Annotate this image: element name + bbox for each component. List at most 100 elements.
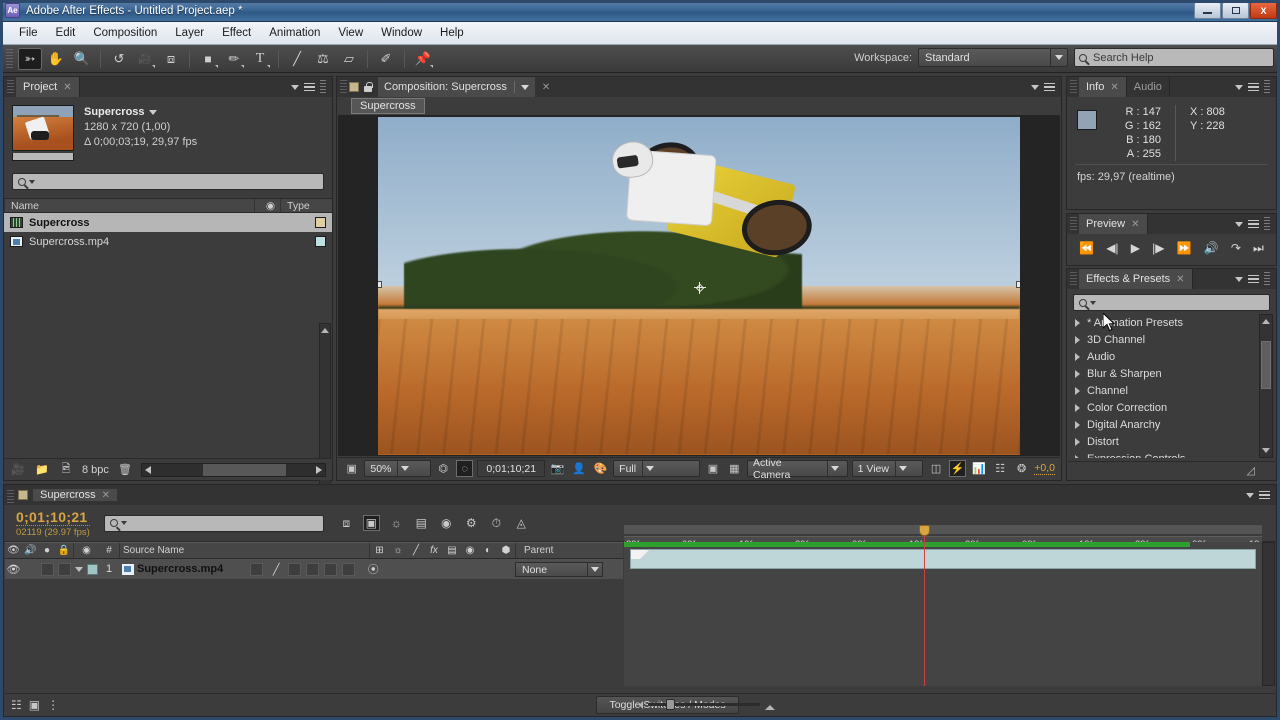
play-button[interactable]: ▶ — [1131, 241, 1140, 255]
effects-search-input[interactable] — [1073, 294, 1270, 311]
effects-vertical-scrollbar[interactable] — [1259, 314, 1273, 458]
lock-icon[interactable] — [363, 81, 373, 93]
roto-brush-tool[interactable]: ✐ — [374, 48, 398, 70]
timeline-icon[interactable]: 📊 — [970, 460, 987, 477]
selection-tool[interactable]: ➳ — [18, 47, 42, 70]
switch-3d-layer-icon[interactable]: ⬢ — [497, 543, 515, 558]
live-update-icon[interactable]: ⧈ — [338, 515, 355, 531]
menu-window[interactable]: Window — [372, 24, 431, 42]
scroll-right-icon[interactable] — [315, 465, 322, 474]
layer-lock-toggle[interactable] — [55, 559, 73, 579]
draft-3d-icon[interactable]: ▣ — [362, 515, 380, 531]
layer-source-name[interactable]: Supercross.mp4 — [137, 563, 223, 575]
column-parent[interactable]: Parent — [515, 543, 605, 558]
close-icon[interactable]: ✕ — [102, 490, 110, 501]
menu-layer[interactable]: Layer — [166, 24, 213, 42]
tab-composition[interactable]: Composition: Supercross — [378, 77, 535, 97]
layer-audio-toggle[interactable] — [22, 559, 39, 579]
effects-category-item[interactable]: Channel — [1072, 382, 1258, 399]
timeline-timecode[interactable]: 0;01;10;21 — [16, 509, 90, 526]
menu-view[interactable]: View — [329, 24, 372, 42]
rotation-tool[interactable]: ↺ — [107, 48, 131, 70]
pen-tool[interactable]: ✏ — [222, 48, 246, 70]
layer-switch-effects[interactable] — [285, 559, 303, 579]
composition-viewport[interactable] — [338, 115, 1115, 456]
ram-preview-button[interactable]: ⏭ — [1253, 241, 1264, 256]
info-panel-grip[interactable] — [1070, 80, 1077, 94]
current-time-indicator[interactable] — [919, 525, 930, 562]
timeline-search-input[interactable] — [103, 514, 324, 532]
loop-button[interactable]: ↷ — [1231, 241, 1241, 255]
region-interest-toggle-icon[interactable]: ▣ — [704, 460, 721, 477]
project-panel-grip[interactable] — [7, 80, 14, 94]
interpret-footage-icon[interactable]: 🖻 — [58, 463, 74, 477]
layer-expand-icon[interactable] — [73, 559, 85, 579]
effects-panel-menu[interactable] — [1235, 269, 1276, 289]
camera-tool[interactable]: 🎥 — [133, 48, 157, 70]
comp-flowchart-icon[interactable]: ☷ — [991, 460, 1008, 477]
effects-category-item[interactable]: Distort — [1072, 433, 1258, 450]
exposure-value[interactable]: +0,0 — [1034, 462, 1055, 475]
close-icon[interactable]: ✕ — [63, 82, 71, 93]
switch-adjustment-icon[interactable]: ◐ — [479, 543, 497, 558]
fast-previews-icon[interactable]: ⚡ — [948, 460, 967, 477]
first-frame-button[interactable]: ⏪ — [1079, 241, 1094, 255]
timeline-vertical-scrollbar[interactable] — [1262, 542, 1275, 686]
project-search-input[interactable] — [12, 173, 324, 190]
tab-effects-presets[interactable]: Effects & Presets ✕ — [1079, 269, 1193, 289]
view-layout-dropdown[interactable]: 1 View — [851, 460, 924, 477]
preview-panel-grip[interactable] — [1070, 217, 1077, 231]
comp-tab-chevron-down-icon[interactable] — [513, 81, 529, 93]
effects-category-item[interactable]: 3D Channel — [1072, 331, 1258, 348]
project-panel-menu[interactable] — [291, 77, 332, 97]
show-snapshot-icon[interactable]: 👤 — [570, 460, 587, 477]
project-row-footage[interactable]: Supercross.mp4 — [4, 232, 332, 251]
delete-icon[interactable]: 🗑 — [117, 463, 133, 477]
zoom-in-icon[interactable] — [765, 700, 775, 710]
preview-panel-menu[interactable] — [1235, 214, 1276, 234]
column-index[interactable]: # — [99, 543, 119, 558]
effects-category-item[interactable]: Color Correction — [1072, 399, 1258, 416]
tab-timeline-supercross[interactable]: Supercross ✕ — [33, 489, 118, 501]
project-row-composition[interactable]: Supercross — [4, 213, 332, 232]
column-name[interactable]: Name — [4, 199, 254, 212]
graph-editor-icon[interactable]: ◬ — [513, 515, 530, 531]
tab-info[interactable]: Info ✕ — [1079, 77, 1127, 97]
project-horizontal-scrollbar[interactable] — [140, 462, 326, 477]
new-effect-icon[interactable]: ◿ — [1247, 464, 1255, 477]
graph-editor-icon[interactable]: ⋮ — [47, 698, 59, 712]
hide-shy-layers-icon[interactable]: ☼ — [388, 515, 405, 531]
hand-tool[interactable]: ✋ — [44, 48, 68, 70]
last-frame-button[interactable]: ⏩ — [1177, 241, 1192, 255]
show-channel-icon[interactable]: 🎨 — [592, 460, 609, 477]
new-composition-icon[interactable]: 🎥 — [10, 463, 26, 477]
magnification-dropdown[interactable]: 50% — [364, 460, 431, 477]
region-of-interest-icon[interactable]: ⏣ — [435, 460, 452, 477]
switch-motion-blur-icon[interactable]: ◉ — [461, 543, 479, 558]
brainstorm-icon[interactable]: ⚙ — [463, 515, 480, 531]
timeline-panel-grip[interactable] — [7, 489, 14, 504]
switch-effects-icon[interactable]: fx — [425, 543, 443, 558]
comp-panel-grip[interactable] — [340, 80, 347, 94]
close-button[interactable]: X — [1250, 2, 1277, 19]
tab-preview[interactable]: Preview ✕ — [1079, 214, 1148, 234]
shape-tool[interactable]: ■ — [196, 48, 220, 70]
scroll-thumb[interactable] — [1261, 341, 1271, 389]
layer-handle-right[interactable] — [1016, 280, 1020, 288]
brush-tool[interactable]: ╱ — [285, 48, 309, 70]
scroll-down-icon[interactable] — [1260, 444, 1272, 457]
work-area-bar[interactable] — [624, 525, 1262, 535]
menu-composition[interactable]: Composition — [84, 24, 166, 42]
always-preview-icon[interactable]: ▣ — [343, 460, 360, 477]
exposure-icon[interactable]: ❂ — [1013, 460, 1030, 477]
column-lock-icon[interactable]: 🔒 — [55, 543, 73, 558]
frame-blending-icon[interactable]: ▤ — [413, 515, 430, 531]
composition-name[interactable]: Supercross — [84, 105, 197, 120]
scroll-up-icon[interactable] — [320, 324, 330, 336]
label-color-icon[interactable]: ◉ — [254, 199, 280, 212]
layer-switch-quality[interactable]: ╱ — [267, 559, 285, 579]
switch-collapse-icon[interactable]: ☼ — [389, 543, 407, 558]
puppet-pin-tool[interactable]: 📌 — [411, 48, 435, 70]
search-help-field[interactable]: Search Help — [1074, 48, 1274, 67]
scroll-left-icon[interactable] — [144, 465, 151, 474]
